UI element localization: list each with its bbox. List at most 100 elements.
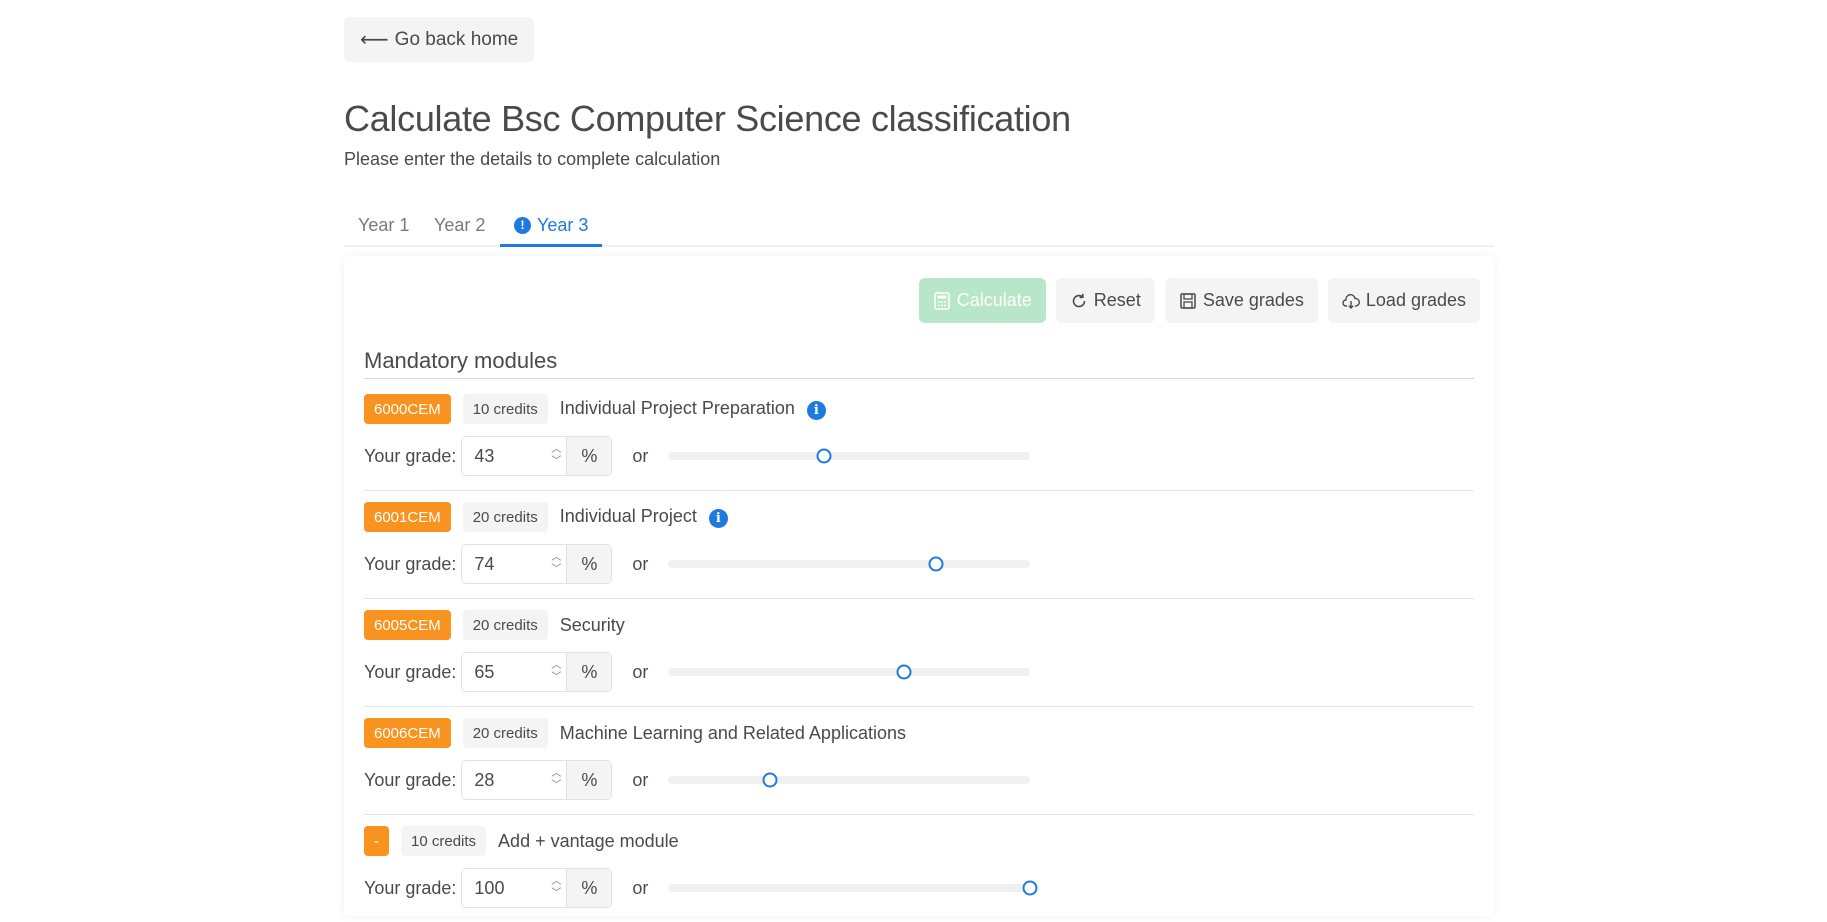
- grade-label: Your grade:: [364, 661, 457, 682]
- tab-year-2-label: Year 2: [434, 214, 486, 235]
- chevron-up-icon[interactable]: ︿: [551, 768, 561, 780]
- grade-slider[interactable]: [668, 772, 1031, 788]
- module-credits-badge: 20 credits: [462, 610, 548, 640]
- module-row: 6001CEM 20 credits Individual Project i Y…: [364, 490, 1474, 599]
- grade-input-group: 100 ︿ ﹀ %: [461, 868, 613, 908]
- save-grades-label: Save grades: [1202, 290, 1304, 310]
- chevron-down-icon[interactable]: ﹀: [551, 456, 561, 468]
- toolbar: Calculate Reset Save grades Load grades: [918, 278, 1480, 323]
- chevron-down-icon[interactable]: ﹀: [551, 672, 561, 684]
- load-grades-label: Load grades: [1365, 290, 1466, 310]
- grade-input-group: 65 ︿ ﹀ %: [461, 652, 613, 692]
- reload-icon: [1072, 293, 1086, 307]
- tab-year-3-label: Year 3: [537, 214, 589, 235]
- chevron-up-icon[interactable]: ︿: [551, 876, 561, 888]
- section-title: Mandatory modules: [364, 348, 1474, 379]
- go-back-home-button[interactable]: ⟵ Go back home: [344, 17, 535, 62]
- module-credits-badge: 10 credits: [401, 826, 487, 856]
- grade-input[interactable]: 65: [462, 653, 546, 691]
- slider-thumb[interactable]: [816, 448, 832, 464]
- or-label: or: [632, 661, 649, 682]
- grade-stepper[interactable]: ︿ ﹀: [546, 437, 566, 475]
- module-name: Add + vantage module: [498, 830, 679, 851]
- exclamation-circle-icon: !: [514, 216, 531, 234]
- percent-unit: %: [566, 545, 612, 583]
- module-name: Individual Project i: [560, 506, 728, 528]
- module-code-badge: 6000CEM: [364, 394, 451, 424]
- save-icon: [1180, 292, 1196, 309]
- module-name-text: Individual Project: [559, 506, 697, 526]
- module-name: Machine Learning and Related Application…: [559, 722, 906, 743]
- go-back-home-label: Go back home: [394, 28, 519, 50]
- percent-unit: %: [566, 437, 612, 475]
- grade-label: Your grade:: [364, 445, 457, 466]
- grade-label: Your grade:: [364, 553, 457, 574]
- or-label: or: [632, 445, 649, 466]
- grade-input[interactable]: 28: [462, 761, 546, 799]
- module-name: Security: [559, 614, 625, 635]
- page-subtitle: Please enter the details to complete cal…: [344, 149, 721, 169]
- cloud-download-icon: [1342, 293, 1360, 309]
- module-row: 6000CEM 10 credits Individual Project Pr…: [364, 382, 1474, 491]
- slider-thumb[interactable]: [928, 556, 944, 572]
- grade-input-group: 43 ︿ ﹀ %: [461, 436, 613, 476]
- grade-input[interactable]: 74: [462, 545, 546, 583]
- info-icon[interactable]: i: [806, 401, 826, 420]
- or-label: or: [632, 553, 649, 574]
- grade-stepper[interactable]: ︿ ﹀: [546, 761, 566, 799]
- slider-thumb[interactable]: [896, 664, 912, 680]
- grade-label: Your grade:: [364, 769, 457, 790]
- percent-unit: %: [566, 869, 612, 907]
- grade-slider[interactable]: [668, 448, 1031, 464]
- chevron-up-icon[interactable]: ︿: [551, 444, 561, 456]
- module-code-badge: 6005CEM: [364, 610, 451, 640]
- grade-stepper[interactable]: ︿ ﹀: [546, 545, 566, 583]
- chevron-up-icon[interactable]: ︿: [551, 552, 561, 564]
- module-code-badge: 6006CEM: [364, 718, 451, 748]
- grade-stepper[interactable]: ︿ ﹀: [546, 869, 566, 907]
- chevron-down-icon[interactable]: ﹀: [551, 780, 561, 792]
- grade-slider[interactable]: [668, 880, 1038, 896]
- grade-input-group: 74 ︿ ﹀ %: [461, 544, 613, 584]
- slider-thumb[interactable]: [762, 772, 778, 788]
- year-tabs: Year 1 Year 2 ! Year 3: [344, 205, 1494, 247]
- module-credits-badge: 20 credits: [462, 718, 548, 748]
- module-code-badge: 6001CEM: [364, 502, 451, 532]
- grade-slider[interactable]: [668, 664, 1031, 680]
- reset-label: Reset: [1093, 290, 1141, 310]
- info-icon[interactable]: i: [708, 509, 728, 528]
- calculator-card: Calculate Reset Save grades Load grades …: [344, 256, 1494, 916]
- percent-unit: %: [566, 653, 612, 691]
- tab-year-1-label: Year 1: [358, 214, 410, 235]
- chevron-down-icon[interactable]: ﹀: [551, 564, 561, 576]
- module-credits-badge: 10 credits: [462, 394, 548, 424]
- tab-year-3[interactable]: ! Year 3: [500, 205, 603, 247]
- chevron-up-icon[interactable]: ︿: [551, 660, 561, 672]
- module-row: 6006CEM 20 credits Machine Learning and …: [364, 706, 1474, 815]
- reset-button[interactable]: Reset: [1055, 278, 1155, 323]
- grade-label: Your grade:: [364, 877, 457, 898]
- percent-unit: %: [566, 761, 612, 799]
- arrow-left-icon: ⟵: [360, 29, 389, 51]
- module-name: Individual Project Preparation i: [560, 398, 826, 420]
- grade-stepper[interactable]: ︿ ﹀: [546, 653, 566, 691]
- or-label: or: [632, 769, 649, 790]
- module-row: - 10 credits Add + vantage module Your g…: [364, 814, 1474, 922]
- calculate-button[interactable]: Calculate: [918, 278, 1046, 323]
- page-title: Calculate Bsc Computer Science classific…: [344, 98, 1071, 139]
- tab-year-2[interactable]: Year 2: [434, 205, 485, 245]
- calculator-icon: [934, 291, 950, 310]
- grade-input[interactable]: 100: [462, 869, 546, 907]
- module-row: 6005CEM 20 credits Security Your grade: …: [364, 598, 1474, 707]
- load-grades-button[interactable]: Load grades: [1327, 278, 1480, 323]
- module-name-text: Individual Project Preparation: [559, 398, 795, 418]
- grade-input[interactable]: 43: [462, 437, 546, 475]
- or-label: or: [632, 877, 649, 898]
- slider-thumb[interactable]: [1022, 880, 1038, 896]
- save-grades-button[interactable]: Save grades: [1164, 278, 1318, 323]
- chevron-down-icon[interactable]: ﹀: [551, 888, 561, 900]
- tab-year-1[interactable]: Year 1: [358, 205, 409, 245]
- module-code-badge: -: [364, 826, 389, 856]
- module-credits-badge: 20 credits: [462, 502, 548, 532]
- grade-slider[interactable]: [668, 556, 1031, 572]
